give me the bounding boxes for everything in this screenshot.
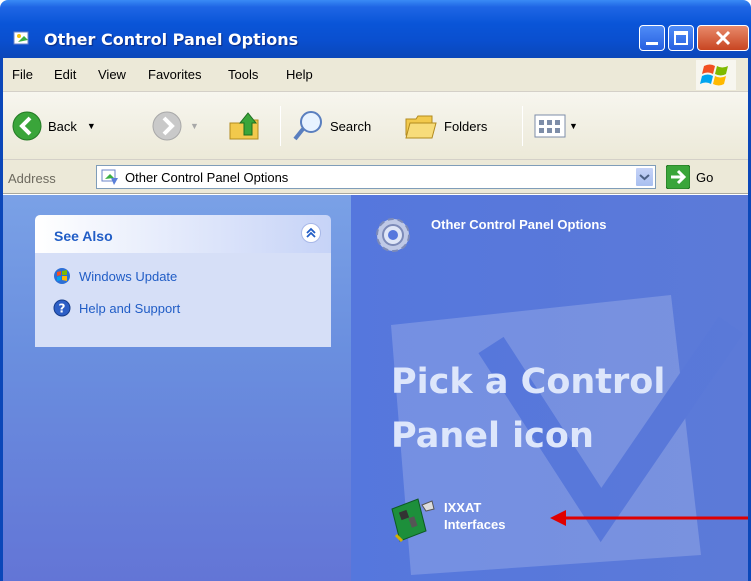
- forward-arrow-icon: [152, 111, 182, 141]
- pick-icon-heading: Pick a Control Panel icon: [391, 362, 666, 456]
- annotation-arrow: [550, 510, 751, 526]
- task-pane: See Also Windows Update ? Help and Suppo…: [0, 195, 351, 581]
- menu-help[interactable]: Help: [286, 67, 313, 82]
- see-also-header[interactable]: See Also: [35, 215, 331, 253]
- see-also-body: Windows Update ? Help and Support: [35, 253, 331, 347]
- help-support-link[interactable]: ? Help and Support: [53, 299, 180, 317]
- forward-button[interactable]: ▼: [152, 92, 199, 160]
- chevron-up-icon: [306, 227, 316, 238]
- back-dropdown-icon[interactable]: ▼: [87, 121, 96, 131]
- minimize-button[interactable]: [639, 25, 665, 51]
- views-icon: [534, 114, 566, 138]
- menu-favorites[interactable]: Favorites: [148, 67, 201, 82]
- maximize-icon: [674, 31, 688, 45]
- windows-update-link[interactable]: Windows Update: [53, 267, 177, 285]
- control-panel-icon: [101, 169, 118, 185]
- close-icon: [715, 30, 731, 46]
- maximize-button[interactable]: [668, 25, 694, 51]
- address-bar: Address Other Control Panel Options Go: [0, 160, 751, 194]
- address-input[interactable]: Other Control Panel Options: [96, 165, 656, 189]
- back-arrow-icon: [12, 111, 42, 141]
- search-icon: [293, 111, 322, 141]
- windows-logo: [696, 60, 736, 90]
- gear-icon: [376, 218, 410, 252]
- go-arrow-icon: [666, 165, 690, 189]
- help-icon: ?: [53, 299, 71, 317]
- views-button[interactable]: ▼: [534, 92, 578, 160]
- back-button[interactable]: Back ▼: [12, 92, 96, 160]
- toolbar-separator: [522, 106, 523, 146]
- collapse-button[interactable]: [301, 223, 321, 243]
- ixxat-label: IXXAT Interfaces: [444, 500, 506, 532]
- title-bar[interactable]: Other Control Panel Options: [0, 0, 751, 58]
- address-label: Address: [8, 171, 56, 186]
- menu-edit[interactable]: Edit: [54, 67, 76, 82]
- menu-tools[interactable]: Tools: [228, 67, 258, 82]
- toolbar: Back ▼ ▼ Search Folders ▼: [0, 92, 751, 160]
- see-also-panel: See Also Windows Update ? Help and Suppo…: [35, 215, 331, 347]
- address-value: Other Control Panel Options: [125, 170, 289, 185]
- up-folder-icon: [229, 112, 259, 140]
- svg-text:?: ?: [59, 302, 66, 316]
- folders-button[interactable]: Folders: [404, 92, 487, 160]
- menu-view[interactable]: View: [98, 67, 126, 82]
- up-folder-button[interactable]: [228, 92, 262, 160]
- network-card-icon: [391, 498, 435, 543]
- windows-update-icon: [54, 268, 70, 284]
- category-header: Other Control Panel Options: [373, 215, 607, 255]
- window-title: Other Control Panel Options: [44, 30, 299, 49]
- close-button[interactable]: [697, 25, 749, 51]
- folders-icon: [405, 115, 437, 139]
- go-button[interactable]: Go: [666, 165, 713, 189]
- menu-bar: File Edit View Favorites Tools Help: [0, 58, 751, 92]
- toolbar-separator: [280, 106, 281, 146]
- category-title: Other Control Panel Options: [431, 217, 607, 232]
- chevron-down-icon: [639, 174, 650, 181]
- see-also-title: See Also: [54, 228, 113, 244]
- forward-dropdown-icon[interactable]: ▼: [190, 121, 199, 131]
- views-dropdown-icon[interactable]: ▼: [569, 121, 578, 131]
- control-panel-icon: [13, 31, 29, 45]
- menu-file[interactable]: File: [12, 67, 33, 82]
- search-button[interactable]: Search: [292, 92, 371, 160]
- ixxat-interfaces-item[interactable]: IXXAT Interfaces: [386, 495, 505, 545]
- minimize-icon: [646, 42, 658, 45]
- window-frame-left: [0, 58, 3, 581]
- address-dropdown-button[interactable]: [635, 167, 654, 187]
